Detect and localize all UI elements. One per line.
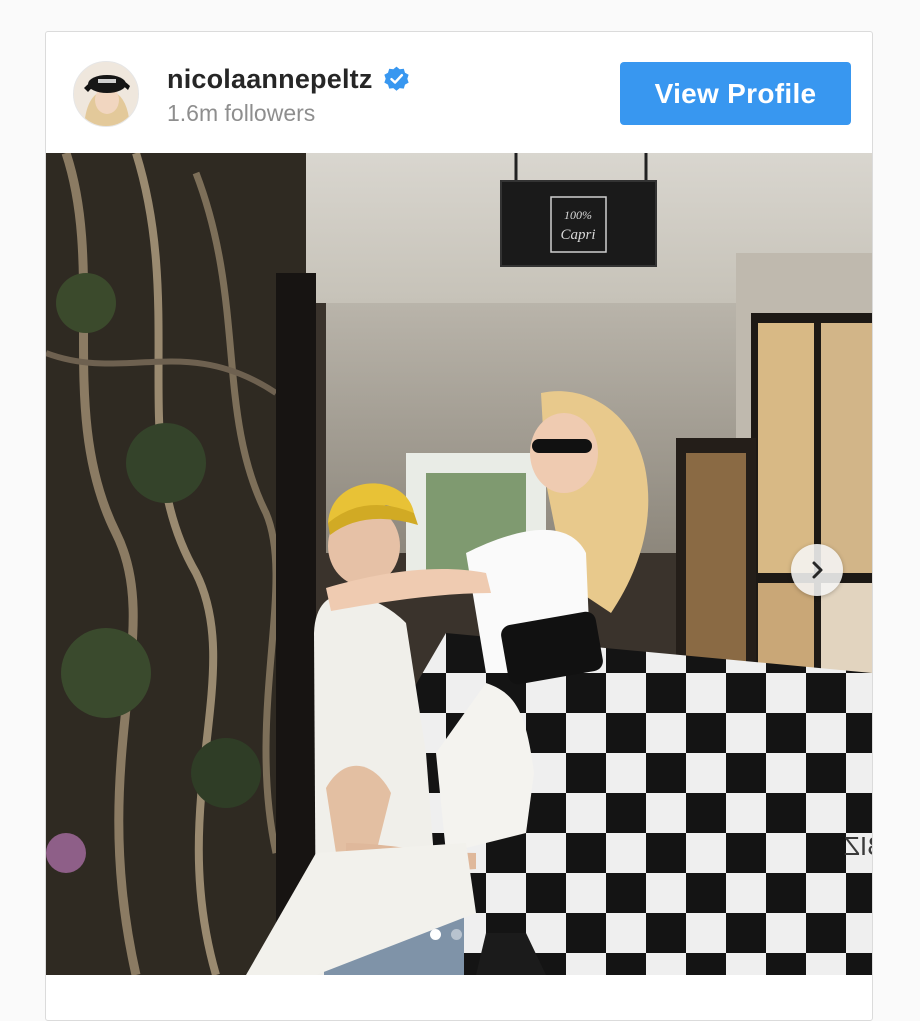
username-link[interactable]: nicolaannepeltz — [167, 64, 373, 95]
svg-text:100%: 100% — [564, 208, 592, 222]
carousel-next-button[interactable] — [791, 544, 843, 596]
avatar[interactable] — [73, 61, 139, 127]
verified-badge-icon — [383, 66, 410, 93]
carousel-dot-active — [430, 929, 441, 940]
post-photo-image: 100% Capri IBIZ — [46, 153, 872, 975]
view-profile-button[interactable]: View Profile — [620, 62, 851, 125]
post-header: nicolaannepeltz 1.6m followers View Prof… — [46, 32, 872, 154]
svg-text:IBIZ: IBIZ — [844, 831, 872, 861]
followers-count: 1.6m followers — [167, 100, 316, 126]
username-row: nicolaannepeltz — [167, 64, 410, 95]
svg-text:Capri: Capri — [560, 227, 595, 243]
post-photo[interactable]: 100% Capri IBIZ — [46, 153, 872, 975]
carousel-indicator — [430, 929, 462, 940]
avatar-image — [74, 62, 138, 126]
chevron-right-icon — [812, 561, 823, 579]
instagram-embed-card: nicolaannepeltz 1.6m followers View Prof… — [45, 31, 873, 1021]
carousel-dot — [451, 929, 462, 940]
